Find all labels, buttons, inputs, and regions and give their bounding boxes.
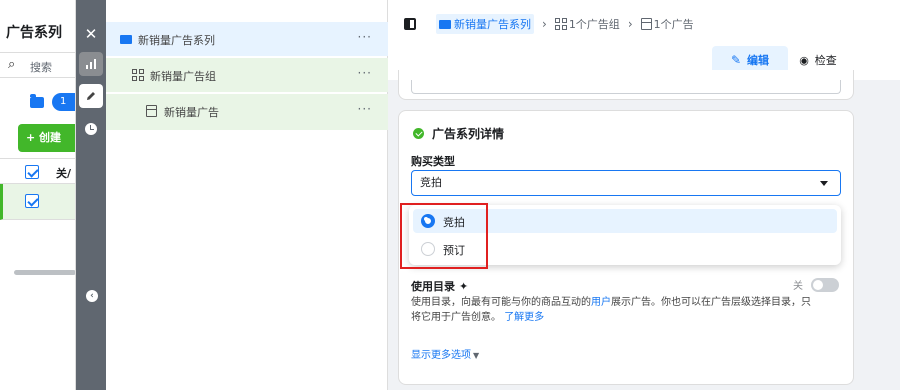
breadcrumb-campaign[interactable]: 新销量广告系列 [436,14,534,34]
search-box[interactable]: ⌕ 搜索 [0,52,75,78]
highlight-box [400,203,488,269]
close-icon[interactable]: ✕ [79,22,103,46]
table-header: 关/ [0,158,75,184]
folder-icon [439,19,451,29]
check-circle-icon [413,128,424,139]
more-options-icon[interactable]: ··· [358,30,372,44]
toggle-state-label: 关 [793,281,803,292]
tree-item-ad[interactable]: 新销量广告 ··· [106,94,388,130]
table-row[interactable] [0,184,75,220]
ad-icon [640,18,652,30]
catalog-toggle-wrap: 关 [793,277,839,292]
ad-icon [146,105,157,117]
edit-label: 编辑 [747,54,770,67]
sidebar-toggle-icon[interactable] [404,18,416,30]
tree-item-adset[interactable]: 新销量广告组 ··· [106,58,388,92]
catalog-description: 使用目录，向最有可能与你的商品互动的用户展示广告。你也可以在广告层级选择目录，只… [411,295,811,325]
show-more-options[interactable]: 显示更多选项 ▼ [411,346,479,361]
horizontal-scrollbar[interactable] [14,270,75,275]
sparkle-icon: ✦ [459,279,469,293]
grid-icon [132,69,144,81]
users-link[interactable]: 用户 [591,297,611,308]
grid-icon [554,18,567,30]
create-button[interactable]: + 创建 [18,124,75,152]
editor-area: 新销量广告系列 › 1个广告组 › 1个广告 ✎ 编辑 ◉ 检查 广告系列详情 … [388,0,900,390]
buy-type-value: 竞拍 [420,176,442,189]
caret-down-icon: ▼ [473,351,480,360]
more-options-icon[interactable]: ··· [358,66,372,80]
breadcrumb: 新销量广告系列 › 1个广告组 › 1个广告 [404,14,694,34]
folder-icon [120,35,132,44]
pencil-icon[interactable] [79,84,103,108]
search-input[interactable]: 搜索 [30,59,52,75]
count-badge[interactable]: 1 [52,93,75,111]
more-options-icon[interactable]: ··· [358,102,372,116]
learn-more-link[interactable]: 了解更多 [504,312,544,323]
section-title: 广告系列详情 [413,125,504,142]
catalog-title: 使用目录 ✦ [411,278,468,294]
column-header-toggle: 关/ [56,167,72,180]
campaign-list-panel: 广告系列 ⌕ 搜索 1 + 创建 关/ [0,0,76,390]
collapse-icon[interactable]: ‹ [86,290,98,302]
section-title-text: 广告系列详情 [432,127,505,141]
buy-type-label: 购买类型 [411,155,455,168]
previous-card [398,70,854,100]
show-more-label: 显示更多选项 [411,350,471,361]
history-icon[interactable] [79,117,103,141]
tree-item-campaign[interactable]: 新销量广告系列 ··· [106,22,388,56]
desc-text: 使用目录，向最有可能与你的商品互动的 [411,297,591,308]
row-checkbox[interactable] [25,194,39,208]
catalog-title-text: 使用目录 [411,280,455,293]
tree-item-label: 新销量广告组 [150,70,216,83]
chevron-right-icon: › [542,17,547,31]
pencil-icon: ✎ [730,53,742,67]
tree-item-label: 新销量广告 [164,106,219,119]
breadcrumb-ad[interactable]: 1个广告 [654,16,694,32]
structure-tree: 新销量广告系列 ··· 新销量广告组 ··· 新销量广告 ··· [106,0,388,390]
catalog-toggle[interactable] [811,277,839,292]
select-all-checkbox[interactable] [25,165,39,179]
chart-icon[interactable] [79,52,103,76]
folder-icon[interactable] [30,94,44,108]
chevron-down-icon [820,181,828,186]
editor-header: 新销量广告系列 › 1个广告组 › 1个广告 ✎ 编辑 ◉ 检查 [388,0,900,80]
chevron-right-icon: › [627,17,633,31]
tree-item-label: 新销量广告系列 [138,34,215,47]
review-label: 检查 [814,54,837,67]
buy-type-select[interactable]: 竞拍 [411,170,841,196]
search-icon: ⌕ [8,57,16,72]
panel-title: 广告系列 [6,25,62,41]
breadcrumb-adset[interactable]: 1个广告组 [569,16,620,32]
editor-toolbar: ✕ ‹ [76,0,106,390]
eye-icon: ◉ [799,53,809,67]
breadcrumb-campaign-label: 新销量广告系列 [454,18,531,31]
